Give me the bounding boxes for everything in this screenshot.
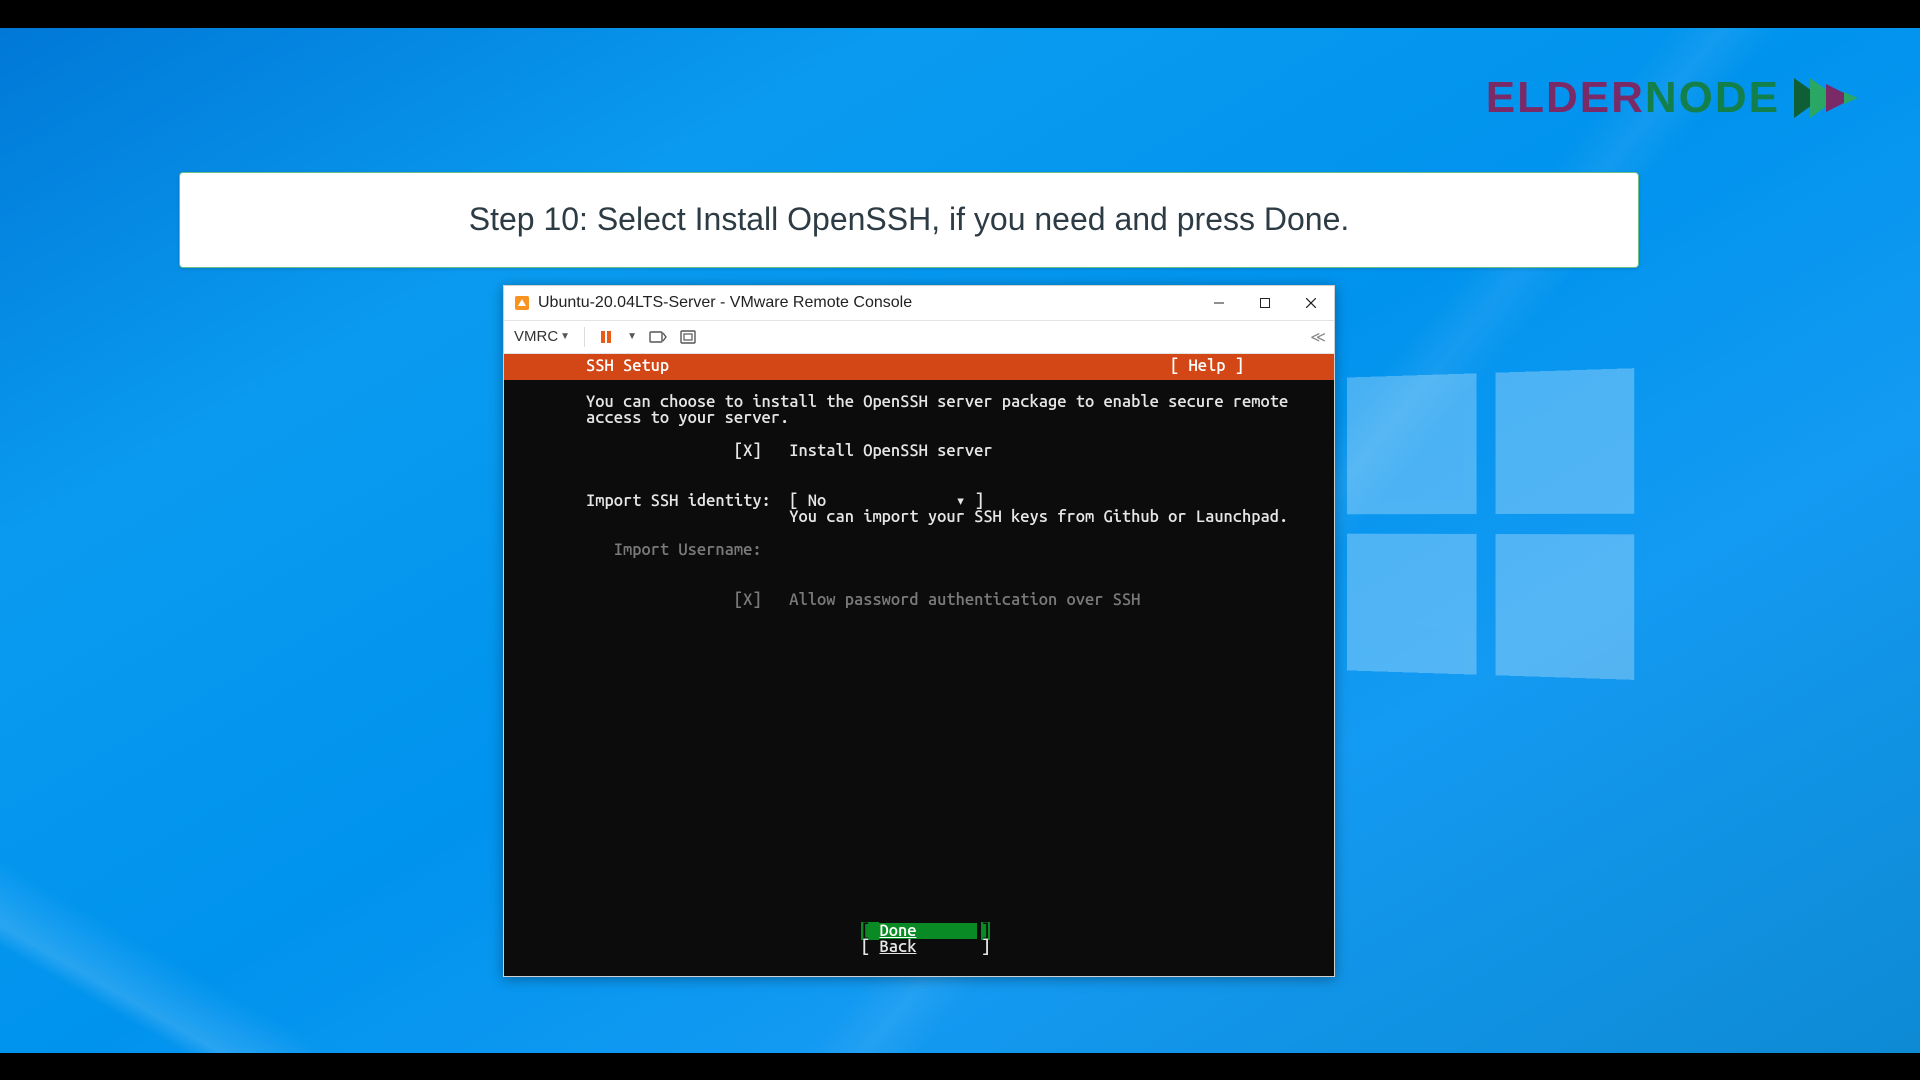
fullscreen-button[interactable]	[679, 329, 697, 345]
pause-dropdown-icon[interactable]: ▼	[627, 331, 637, 342]
installer-header: SSH Setup [ Help ]	[504, 354, 1334, 380]
window-titlebar: Ubuntu-20.04LTS-Server - VMware Remote C…	[504, 286, 1334, 320]
vmrc-window: Ubuntu-20.04LTS-Server - VMware Remote C…	[503, 285, 1335, 977]
instruction-card: Step 10: Select Install OpenSSH, if you …	[179, 172, 1639, 268]
window-title: Ubuntu-20.04LTS-Server - VMware Remote C…	[538, 294, 912, 312]
window-close-button[interactable]	[1288, 286, 1334, 320]
fullscreen-icon	[679, 329, 697, 345]
vmrc-menu-label: VMRC	[514, 328, 558, 345]
toolbar-collapse-button[interactable]: ≪	[1310, 328, 1324, 346]
pause-icon	[599, 330, 613, 344]
import-identity-label: Import SSH identity:	[586, 492, 789, 510]
ssh-intro-line2: access to your server.	[586, 409, 789, 427]
windows-logo-icon	[1347, 368, 1635, 678]
installer-help-button[interactable]: [ Help ]	[1170, 358, 1244, 375]
vmrc-menu-button[interactable]: VMRC ▼	[514, 328, 570, 345]
install-openssh-checkbox[interactable]: [X] Install OpenSSH server	[586, 442, 993, 460]
app-icon	[514, 295, 530, 311]
brand-text-node: NODE	[1645, 73, 1780, 123]
send-keys-icon	[649, 329, 667, 345]
vmrc-toolbar: VMRC ▼ ▼	[504, 320, 1334, 354]
chevron-down-icon: ▼	[560, 331, 570, 342]
installer-title: SSH Setup	[586, 358, 669, 375]
back-button-label: Back	[879, 938, 916, 956]
eldernode-logo: ELDERNODE	[1486, 73, 1860, 123]
window-maximize-button[interactable]	[1242, 286, 1288, 320]
brand-play-icon	[1788, 74, 1860, 122]
allow-password-checkbox: [X] Allow password authentication over S…	[586, 591, 1140, 609]
pause-button[interactable]	[599, 330, 613, 344]
installer-footer: [ Done ] [ Back ]	[504, 923, 1334, 956]
installer-body: You can choose to install the OpenSSH se…	[586, 394, 1252, 609]
import-identity-hint: You can import your SSH keys from Github…	[586, 508, 1288, 526]
send-keys-button[interactable]	[649, 329, 667, 345]
import-identity-select[interactable]: [ No ▾ ]	[789, 492, 984, 510]
installer-console[interactable]: SSH Setup [ Help ] You can choose to ins…	[504, 354, 1334, 976]
import-username-field: Import Username:	[586, 541, 762, 559]
done-button[interactable]: [ Done ]	[861, 923, 977, 940]
done-button-label: Done	[879, 922, 916, 940]
back-button[interactable]: [ Back ]	[861, 939, 977, 956]
ssh-intro-line1: You can choose to install the OpenSSH se…	[586, 393, 1288, 411]
window-minimize-button[interactable]	[1196, 286, 1242, 320]
brand-text-elder: ELDER	[1486, 73, 1645, 123]
instruction-text: Step 10: Select Install OpenSSH, if you …	[469, 201, 1350, 238]
